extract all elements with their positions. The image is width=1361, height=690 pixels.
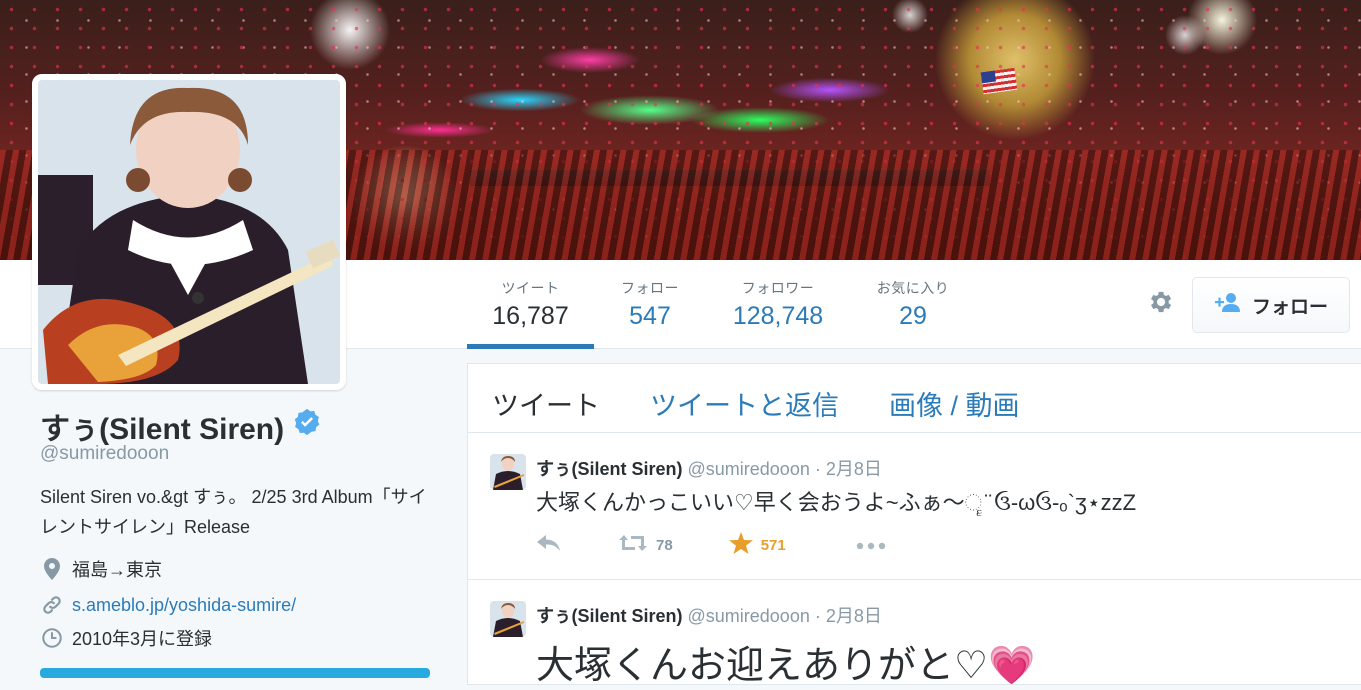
profile-bio: Silent Siren vo.&gt すぅ。 2/25 3rd Album「サ… — [40, 487, 427, 537]
retweet-count: 78 — [656, 536, 673, 554]
tweet-header: すぅ(Silent Siren) @sumiredooon · 2月8日 — [536, 455, 882, 481]
tab-photos-videos[interactable]: 画像 / 動画 — [889, 384, 1020, 423]
tweet-author-name[interactable]: すぅ(Silent Siren) — [536, 459, 682, 479]
tweet-actions: 78 571 — [536, 532, 886, 558]
tweet-text: 大塚くんかっこいい♡早く会おうよ~ふぁ〜ૄ ̈ ઉ-ωઉ-ₒ`ʒ⋆zzZ — [536, 490, 1137, 515]
link-icon — [40, 593, 64, 617]
tab-tweets[interactable]: ツイート — [492, 384, 600, 423]
stat-tweets[interactable]: ツイート 16,787 — [467, 278, 594, 349]
stat-tweets-label: ツイート — [501, 280, 560, 296]
stat-following-value: 547 — [629, 302, 671, 330]
follow-button[interactable]: フォロー — [1192, 277, 1350, 333]
profile-name-text: すぅ(Silent Siren) — [40, 413, 285, 446]
more-dots-icon — [856, 537, 886, 554]
tweet-date[interactable]: · 2月8日 — [815, 459, 882, 479]
profile-handle[interactable]: @sumiredooon — [40, 443, 169, 465]
tab-tweets-and-replies[interactable]: ツイートと返信 — [650, 384, 839, 423]
profile-joined: 2010年3月に登録 — [40, 625, 212, 651]
profile-location-text: 福島→東京 — [72, 560, 162, 580]
reply-icon — [536, 534, 562, 556]
stat-tweets-value: 16,787 — [492, 302, 569, 330]
stat-favorites-label: お気に入り — [876, 280, 950, 296]
location-pin-icon — [40, 557, 64, 581]
retweet-button[interactable]: 78 — [618, 533, 673, 557]
profile-name[interactable]: すぅ(Silent Siren) — [40, 404, 322, 448]
add-user-icon — [1214, 292, 1242, 318]
tweet-to-button[interactable] — [40, 668, 430, 678]
reply-button[interactable] — [536, 534, 562, 556]
retweet-icon — [618, 533, 648, 557]
profile-avatar[interactable] — [32, 74, 346, 390]
stat-followers[interactable]: フォロワー 128,748 — [722, 278, 834, 331]
favorite-count: 571 — [760, 536, 786, 554]
tweet-date[interactable]: · 2月8日 — [815, 606, 882, 626]
calendar-clock-icon — [40, 626, 64, 650]
tweet-text: 大塚くんお迎えありがと♡💗 — [536, 645, 1036, 687]
timeline-tabs: ツイート ツイートと返信 画像 / 動画 — [468, 364, 1361, 433]
profile-website[interactable]: s.ameblo.jp/yoshida-sumire/ — [40, 593, 296, 617]
timeline: ツイート ツイートと返信 画像 / 動画 すぅ(Silent Siren) @s… — [467, 363, 1361, 687]
tweet-author-name[interactable]: すぅ(Silent Siren) — [536, 606, 682, 626]
profile-website-link[interactable]: s.ameblo.jp/yoshida-sumire/ — [72, 595, 296, 616]
verified-badge-icon — [292, 407, 322, 445]
stat-favorites-value: 29 — [899, 302, 927, 330]
banner-flag — [980, 67, 1018, 95]
favorite-button[interactable]: 571 — [728, 532, 786, 558]
profile-joined-text: 2010年3月に登録 — [72, 629, 213, 649]
follow-button-label: フォロー — [1251, 296, 1328, 318]
more-button[interactable] — [856, 537, 886, 554]
tweet-author-handle[interactable]: @sumiredooon — [688, 459, 810, 479]
tweet-header: すぅ(Silent Siren) @sumiredooon · 2月8日 — [536, 602, 882, 628]
stat-following[interactable]: フォロー 547 — [605, 278, 695, 331]
profile-location: 福島→東京 — [40, 556, 162, 582]
tweet-avatar[interactable] — [490, 601, 526, 637]
stat-followers-value: 128,748 — [732, 302, 824, 330]
tweet-author-handle[interactable]: @sumiredooon — [688, 606, 810, 626]
tweet-item[interactable]: すぅ(Silent Siren) @sumiredooon · 2月8日 大塚く… — [468, 433, 1361, 580]
tweet-avatar[interactable] — [490, 454, 526, 490]
stat-following-label: フォロー — [621, 280, 679, 296]
star-icon — [728, 532, 753, 558]
stat-favorites[interactable]: お気に入り 29 — [866, 278, 960, 331]
gear-icon[interactable] — [1146, 288, 1174, 316]
stat-followers-label: フォロワー — [741, 280, 815, 296]
